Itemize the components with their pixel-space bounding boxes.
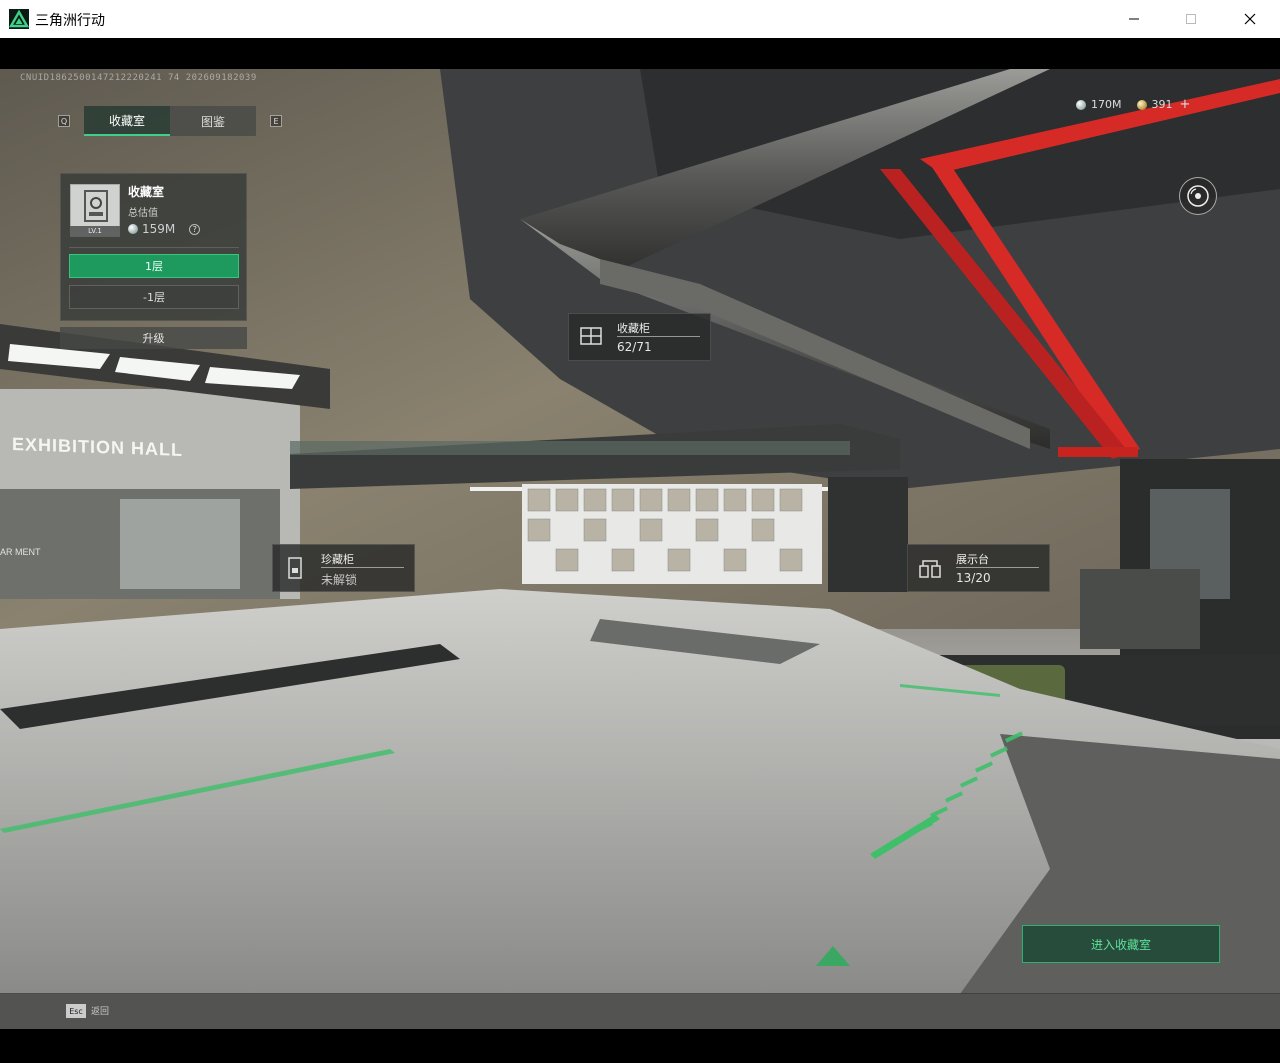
- gold-currency-value: 391: [1151, 98, 1173, 111]
- treasure-cabinet-icon: [288, 557, 302, 579]
- tab-codex[interactable]: 图鉴: [170, 106, 256, 136]
- window-titlebar: 三角洲行动: [0, 0, 1280, 38]
- add-currency-button[interactable]: +: [1180, 97, 1191, 112]
- back-label[interactable]: 返回: [91, 1004, 109, 1017]
- floor-1-button[interactable]: 1层: [69, 254, 239, 278]
- music-disc-button[interactable]: [1179, 177, 1217, 215]
- panel-title: 收藏室: [128, 185, 165, 199]
- minimize-icon: [1129, 18, 1139, 20]
- cabinet-name: 收藏柜: [617, 322, 650, 335]
- currency-bar: 170M 391 +: [1076, 97, 1190, 112]
- floor-minus1-button[interactable]: -1层: [69, 285, 239, 309]
- disc-icon: [1187, 185, 1209, 207]
- next-tab-key-hint[interactable]: E: [270, 115, 282, 127]
- label-rule: [321, 567, 404, 568]
- silver-coin-icon: [1076, 99, 1086, 110]
- armament-sign: AR MENT: [0, 547, 41, 557]
- maximize-icon: [1186, 14, 1196, 24]
- close-icon: [1244, 13, 1256, 25]
- estimate-value-row: 159M ?: [128, 222, 201, 236]
- estimate-label: 总估值: [128, 208, 158, 219]
- treasure-cabinet-name: 珍藏柜: [321, 553, 354, 566]
- treasure-cabinet-status: 未解锁: [321, 573, 358, 587]
- collection-room-panel: LV.1 收藏室 总估值 159M ? 1层 -1层: [60, 173, 247, 321]
- silver-coin-icon: [128, 224, 138, 234]
- display-stand-count: 13/20: [956, 571, 991, 585]
- gold-coin-icon: [1136, 99, 1147, 110]
- maximize-button[interactable]: [1161, 0, 1221, 38]
- cabinet-label[interactable]: 收藏柜 62/71: [568, 313, 711, 361]
- label-rule: [956, 567, 1039, 568]
- silver-currency-value: 170M: [1091, 98, 1122, 111]
- cabinet-icon: [580, 327, 602, 345]
- label-rule: [617, 336, 700, 337]
- prev-tab-key-hint[interactable]: Q: [58, 115, 70, 127]
- room-level: LV.1: [70, 226, 120, 237]
- tab-collection-room[interactable]: 收藏室: [84, 106, 170, 136]
- window-title: 三角洲行动: [35, 13, 105, 29]
- app-logo-icon: [8, 9, 30, 29]
- help-icon[interactable]: ?: [189, 223, 201, 235]
- treasure-cabinet-label[interactable]: 珍藏柜 未解锁: [272, 544, 415, 592]
- display-stand-name: 展示台: [956, 553, 989, 566]
- panel-divider: [69, 247, 239, 248]
- esc-key-icon[interactable]: Esc: [66, 1004, 86, 1018]
- tab-bar: Q 收藏室 图鉴 E: [58, 106, 282, 136]
- estimate-value: 159M: [142, 222, 176, 236]
- display-stand-label[interactable]: 展示台 13/20: [907, 544, 1050, 592]
- game-viewport[interactable]: EXHIBITION HALL AR MENT CNUID18625001472…: [0, 69, 1280, 1029]
- enter-collection-room-button[interactable]: 进入收藏室: [1022, 925, 1220, 963]
- cabinet-count: 62/71: [617, 340, 652, 354]
- ground-marker-arrow-icon: [816, 946, 850, 966]
- player-uid: CNUID1862500147212220241 74 202609182039: [20, 73, 257, 83]
- close-button[interactable]: [1220, 0, 1280, 38]
- display-stand-icon: [919, 560, 941, 578]
- letterbox-bottom: [0, 1029, 1280, 1063]
- upgrade-button[interactable]: 升级: [60, 327, 247, 349]
- bottom-hint-bar: Esc 返回: [0, 993, 1280, 1029]
- minimize-button[interactable]: [1104, 0, 1164, 38]
